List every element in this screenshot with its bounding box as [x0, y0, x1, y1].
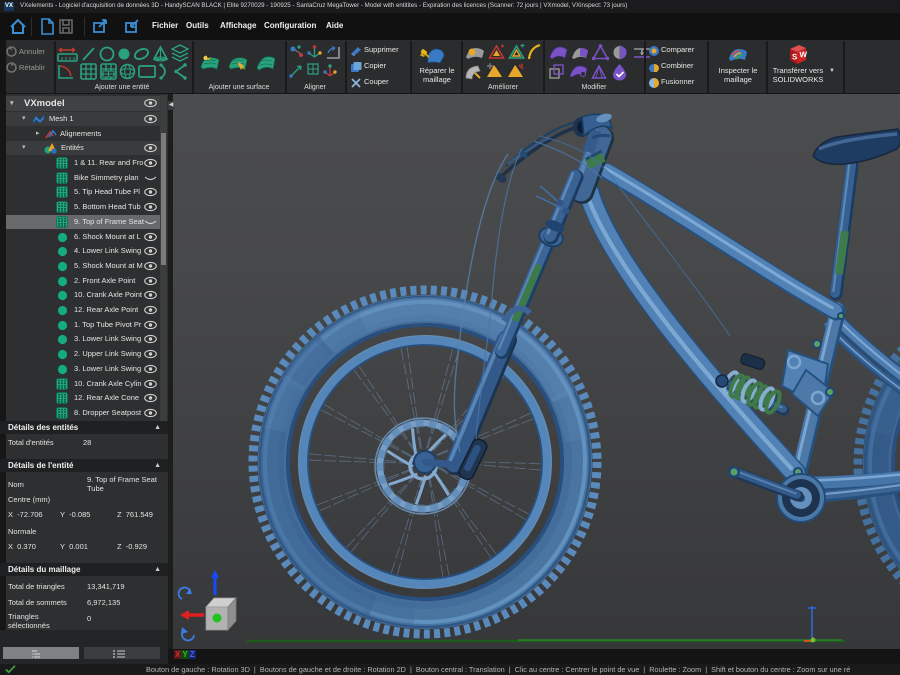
- svg-text:S: S: [792, 52, 798, 61]
- svg-text:W: W: [800, 50, 808, 59]
